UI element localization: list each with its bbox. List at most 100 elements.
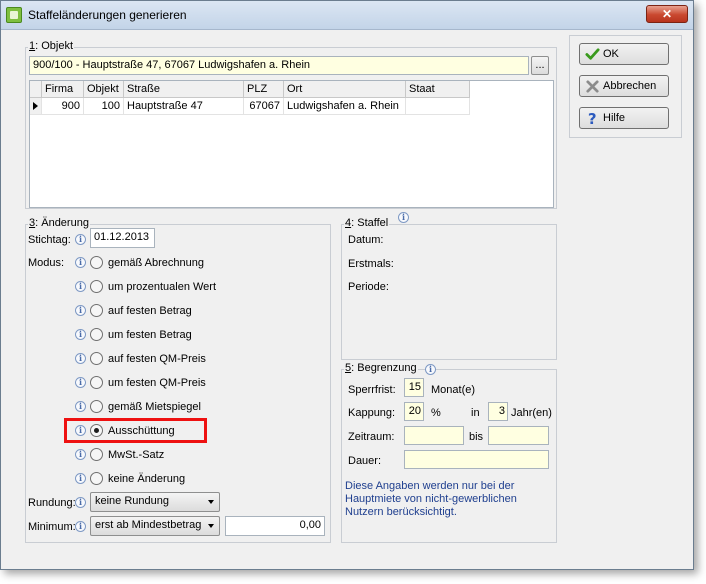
dauer-label: Dauer: [348,455,382,467]
modus-info-icon[interactable]: i [75,377,86,388]
cancel-icon [586,80,599,93]
objekt-field[interactable]: 900/100 - Hauptstraße 47, 67067 Ludwigsh… [29,56,529,75]
begrenzung-group-label: 5: Begrenzung [344,362,418,374]
help-button-label: Hilfe [603,112,626,124]
option-label: um festen QM-Preis [108,377,206,389]
kappung-label: Kappung: [348,407,396,419]
bis-label: bis [469,431,484,443]
zeitraum-to-input[interactable] [488,426,549,445]
modus-info-icon[interactable]: i [75,281,86,292]
selection-highlight [64,418,207,443]
close-icon: ✕ [661,7,673,21]
aenderung-group-label: 3: Änderung [28,217,90,229]
cell-objekt[interactable]: 100 [84,98,124,115]
datum-label: Datum: [348,234,384,246]
zeitraum-from-input[interactable] [404,426,464,445]
title-bar[interactable]: Staffeländerungen generieren ✕ [1,1,693,30]
zeitraum-label: Zeitraum: [348,431,395,443]
option-label: um festen Betrag [108,329,192,341]
stichtag-info-icon[interactable]: i [75,234,86,245]
minimum-info-icon[interactable]: i [75,521,86,532]
checkmark-icon [585,48,600,60]
close-button[interactable]: ✕ [646,5,688,23]
modus-info-icon[interactable]: i [75,305,86,316]
modus-info-icon[interactable]: i [75,473,86,484]
radio-auf-festen-betrag[interactable] [90,304,103,317]
cell-strasse[interactable]: Hauptstraße 47 [124,98,244,115]
radio-keine-aenderung[interactable] [90,472,103,485]
objekt-table[interactable]: Firma Objekt Straße PLZ Ort Staat 900 10… [29,80,554,208]
rundung-info-icon[interactable]: i [75,497,86,508]
radio-um-festen-qm-preis[interactable] [90,376,103,389]
column-header-objekt[interactable]: Objekt [84,81,124,98]
jahre-input[interactable]: 3 [488,402,508,421]
svg-text:?: ? [588,111,597,126]
window-title: Staffeländerungen generieren [28,8,187,22]
staffel-group-label: 4: Staffel [344,217,390,229]
objekt-browse-button[interactable]: ... [531,56,549,75]
modus-info-icon[interactable]: i [75,257,86,268]
minimum-select[interactable]: erst ab Mindestbetrag [90,516,220,536]
button-group: OK Abbrechen ? Hilfe [569,35,682,138]
radio-gemaess-abrechnung[interactable] [90,256,103,269]
option-label: gemäß Abrechnung [108,257,205,269]
rundung-select[interactable]: keine Rundung [90,492,220,512]
column-header-ort[interactable]: Ort [284,81,406,98]
sperrfrist-label: Sperrfrist: [348,384,396,396]
modus-label: Modus: [28,257,65,269]
table-header-indicator [30,81,42,98]
modus-info-icon[interactable]: i [75,353,86,364]
row-indicator [30,98,42,115]
periode-label: Periode: [348,281,389,293]
dialog-window: Staffeländerungen generieren ✕ 1: Objekt… [0,0,694,570]
option-label: um prozentualen Wert [108,281,217,293]
radio-gemaess-mietspiegel[interactable] [90,400,103,413]
sperrfrist-unit: Monat(e) [431,384,476,396]
objekt-group: 1: Objekt 900/100 - Hauptstraße 47, 6706… [25,40,557,209]
cancel-button-label: Abbrechen [603,80,657,92]
help-button[interactable]: ? Hilfe [579,107,669,129]
cell-ort[interactable]: Ludwigshafen a. Rhein [284,98,406,115]
ok-button[interactable]: OK [579,43,669,65]
sperrfrist-input[interactable]: 15 [404,378,424,397]
dauer-input[interactable] [404,450,549,469]
cancel-button[interactable]: Abbrechen [579,75,669,97]
in-label: in [471,407,480,419]
row-pointer-icon [33,102,38,110]
ok-button-label: OK [603,48,619,60]
jahre-unit: Jahr(en) [511,407,552,419]
radio-auf-festen-qm-preis[interactable] [90,352,103,365]
option-label: auf festen Betrag [108,305,192,317]
column-header-strasse[interactable]: Straße [124,81,244,98]
staffel-info-icon[interactable]: i [398,212,409,223]
cell-staat[interactable] [406,98,470,115]
column-header-plz[interactable]: PLZ [244,81,284,98]
minimum-value-input[interactable]: 0,00 [225,516,325,536]
option-label: gemäß Mietspiegel [108,401,201,413]
option-label: MwSt.-Satz [108,449,165,461]
radio-um-festen-betrag[interactable] [90,328,103,341]
modus-info-icon[interactable]: i [75,329,86,340]
cell-firma[interactable]: 900 [42,98,84,115]
radio-mwst-satz[interactable] [90,448,103,461]
begrenzung-note: Diese Angaben werden nur bei der Hauptmi… [345,480,517,518]
option-label: auf festen QM-Preis [108,353,206,365]
chevron-down-icon [208,500,214,504]
column-header-firma[interactable]: Firma [42,81,84,98]
radio-um-prozentualen-wert[interactable] [90,280,103,293]
begrenzung-info-icon[interactable]: i [425,364,436,375]
erstmals-label: Erstmals: [348,258,394,270]
column-header-staat[interactable]: Staat [406,81,470,98]
modus-info-icon[interactable]: i [75,401,86,412]
app-icon [6,7,22,23]
help-question-icon: ? [588,111,597,126]
modus-info-icon[interactable]: i [75,449,86,460]
kappung-input[interactable]: 20 [404,402,424,421]
kappung-unit: % [431,407,441,419]
minimum-label: Minimum: [28,521,76,533]
cell-plz[interactable]: 67067 [244,98,284,115]
stichtag-label: Stichtag: [28,234,71,246]
rundung-label: Rundung: [28,497,76,509]
chevron-down-icon [208,524,214,528]
stichtag-input[interactable]: 01.12.2013 [90,228,155,248]
